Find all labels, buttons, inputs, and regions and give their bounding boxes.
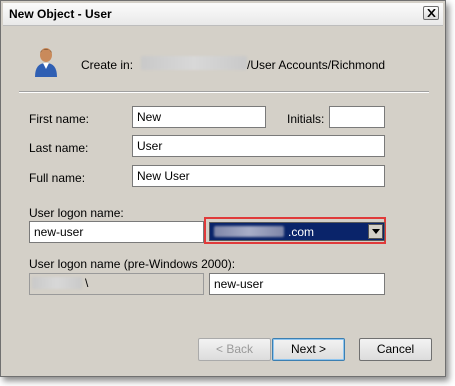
window-title: New Object - User	[9, 7, 112, 21]
pre2000-domain-separator: \	[85, 276, 89, 290]
pre2000-label: User logon name (pre-Windows 2000):	[29, 257, 236, 271]
initials-input[interactable]	[329, 106, 385, 128]
upn-suffix-dropdown-button[interactable]	[368, 224, 383, 239]
title-bar[interactable]: New Object - User	[3, 3, 443, 26]
pre2000-logon-input[interactable]: new-user	[209, 273, 385, 295]
full-name-input[interactable]: New User	[132, 165, 385, 187]
logon-name-label: User logon name:	[29, 206, 124, 220]
cancel-button[interactable]: Cancel	[359, 338, 432, 361]
initials-label: Initials:	[287, 112, 325, 126]
next-button[interactable]: Next >	[272, 338, 345, 361]
full-name-label: Full name:	[29, 171, 86, 185]
user-icon	[35, 48, 57, 77]
upn-suffix-value: .com	[288, 225, 315, 239]
redacted-upn-domain	[214, 226, 284, 237]
last-name-label: Last name:	[29, 141, 89, 155]
separator-top	[19, 91, 429, 93]
chevron-down-icon	[372, 229, 380, 234]
first-name-input[interactable]: New	[132, 106, 266, 128]
create-in-label: Create in:	[81, 58, 134, 72]
redacted-netbios-domain	[32, 277, 82, 289]
pre2000-domain-field: \	[29, 273, 204, 295]
create-in-path: /User Accounts/Richmond	[247, 58, 386, 72]
back-button[interactable]: < Back	[198, 338, 271, 361]
new-object-user-dialog: New Object - User Create in: /User Accou…	[0, 0, 446, 377]
close-icon	[427, 9, 436, 17]
logon-name-input[interactable]: new-user	[29, 221, 204, 243]
close-button[interactable]	[423, 6, 439, 20]
redacted-domain	[141, 56, 247, 70]
last-name-input[interactable]: User	[132, 135, 385, 157]
first-name-label: First name:	[29, 112, 90, 126]
upn-suffix-dropdown[interactable]: .com	[209, 222, 385, 241]
